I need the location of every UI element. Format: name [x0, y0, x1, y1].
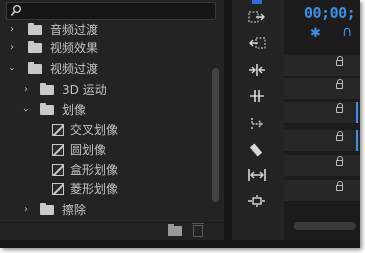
transition-icon: [52, 183, 64, 195]
app-window: › 音频过渡 › 视频效果 › 视频过渡 › 3D 运动 › 划像 交叉划像 圆…: [0, 0, 360, 248]
tree-row-iris-diamond[interactable]: 菱形划像: [0, 179, 210, 199]
track-select-forward-icon[interactable]: [244, 10, 270, 28]
track-target-indicator: [356, 102, 358, 123]
tree-row-label: 视频过渡: [50, 62, 99, 76]
snap-icon[interactable]: ✱: [310, 26, 321, 41]
tree-row-wipe[interactable]: › 擦除: [0, 200, 210, 220]
lock-icon[interactable]: [336, 56, 343, 66]
window-bottom-edge: [0, 240, 360, 248]
tree-row-label: 视频效果: [50, 41, 99, 55]
tree-row-cross-iris[interactable]: 交叉划像: [0, 120, 210, 140]
track-header[interactable]: [284, 55, 360, 77]
track-target-indicator: [356, 130, 358, 151]
chevron-down-icon[interactable]: ›: [15, 108, 35, 112]
new-folder-icon[interactable]: [168, 224, 182, 236]
transition-icon: [52, 164, 64, 176]
transition-icon: [52, 124, 64, 136]
tree-row-video-effects[interactable]: › 视频效果: [0, 38, 210, 58]
track-header[interactable]: [284, 180, 360, 202]
tree-row-label: 3D 运动: [62, 83, 107, 97]
effects-panel: › 音频过渡 › 视频效果 › 视频过渡 › 3D 运动 › 划像 交叉划像 圆…: [0, 0, 224, 241]
folder-icon: [40, 203, 54, 215]
track-header[interactable]: [284, 155, 360, 177]
tree-row-iris-box[interactable]: 盒形划像: [0, 160, 210, 180]
folder-icon: [28, 62, 42, 74]
rate-stretch-icon[interactable]: [244, 116, 270, 134]
lock-icon[interactable]: [336, 181, 343, 191]
timeline-footer: [284, 214, 360, 240]
chevron-right-icon[interactable]: ›: [24, 200, 28, 220]
chevron-right-icon[interactable]: ›: [10, 38, 14, 58]
tree-row-label: 交叉划像: [70, 123, 119, 137]
timeline-panel: 00;00; ✱ ∩: [284, 0, 360, 240]
linked-selection-icon[interactable]: ∩: [342, 24, 352, 40]
effects-bottom-bar: [0, 222, 224, 241]
search-icon: [10, 5, 21, 16]
folder-icon: [28, 23, 42, 35]
tree-row-label: 圆划像: [70, 143, 107, 157]
track-header[interactable]: [284, 78, 360, 100]
timecode-display[interactable]: 00;00;: [304, 4, 356, 22]
folder-icon: [40, 103, 54, 115]
scrollbar-thumb[interactable]: [212, 68, 219, 202]
slide-icon[interactable]: [244, 194, 270, 212]
lock-icon[interactable]: [336, 103, 343, 113]
chevron-down-icon[interactable]: ›: [1, 67, 21, 71]
tree-row-iris-round[interactable]: 圆划像: [0, 140, 210, 160]
slip-icon[interactable]: [244, 168, 270, 186]
trash-icon[interactable]: [192, 223, 204, 237]
rolling-edit-icon[interactable]: [244, 89, 270, 107]
selection-tool-indicator: [252, 0, 262, 4]
folder-icon: [28, 41, 42, 53]
ripple-edit-icon[interactable]: [244, 63, 270, 81]
lock-icon[interactable]: [336, 156, 343, 166]
folder-icon: [40, 83, 54, 95]
tree-row-audio-transitions[interactable]: › 音频过渡: [0, 20, 210, 40]
chevron-right-icon[interactable]: ›: [24, 80, 28, 100]
tree-row-iris[interactable]: › 划像: [0, 100, 210, 120]
effects-search-input[interactable]: [6, 2, 216, 20]
tree-row-label: 划像: [62, 103, 87, 117]
tree-row-3d-motion[interactable]: › 3D 运动: [0, 80, 210, 100]
tree-row-video-transitions[interactable]: › 视频过渡: [0, 59, 210, 79]
tools-panel: [232, 0, 284, 240]
tree-row-label: 菱形划像: [70, 182, 119, 196]
timeline-scrollbar[interactable]: [294, 222, 356, 230]
lock-icon[interactable]: [336, 131, 343, 141]
razor-icon[interactable]: [244, 142, 270, 160]
track-header[interactable]: [284, 102, 360, 124]
track-select-backward-icon[interactable]: [244, 36, 270, 54]
tree-row-label: 擦除: [62, 203, 87, 217]
track-header[interactable]: [284, 130, 360, 152]
tree-row-label: 音频过渡: [50, 23, 99, 37]
chevron-right-icon[interactable]: ›: [10, 20, 14, 40]
tree-row-label: 盒形划像: [70, 163, 119, 177]
transition-icon: [52, 144, 64, 156]
lock-icon[interactable]: [336, 79, 343, 89]
panel-divider[interactable]: [224, 0, 232, 240]
